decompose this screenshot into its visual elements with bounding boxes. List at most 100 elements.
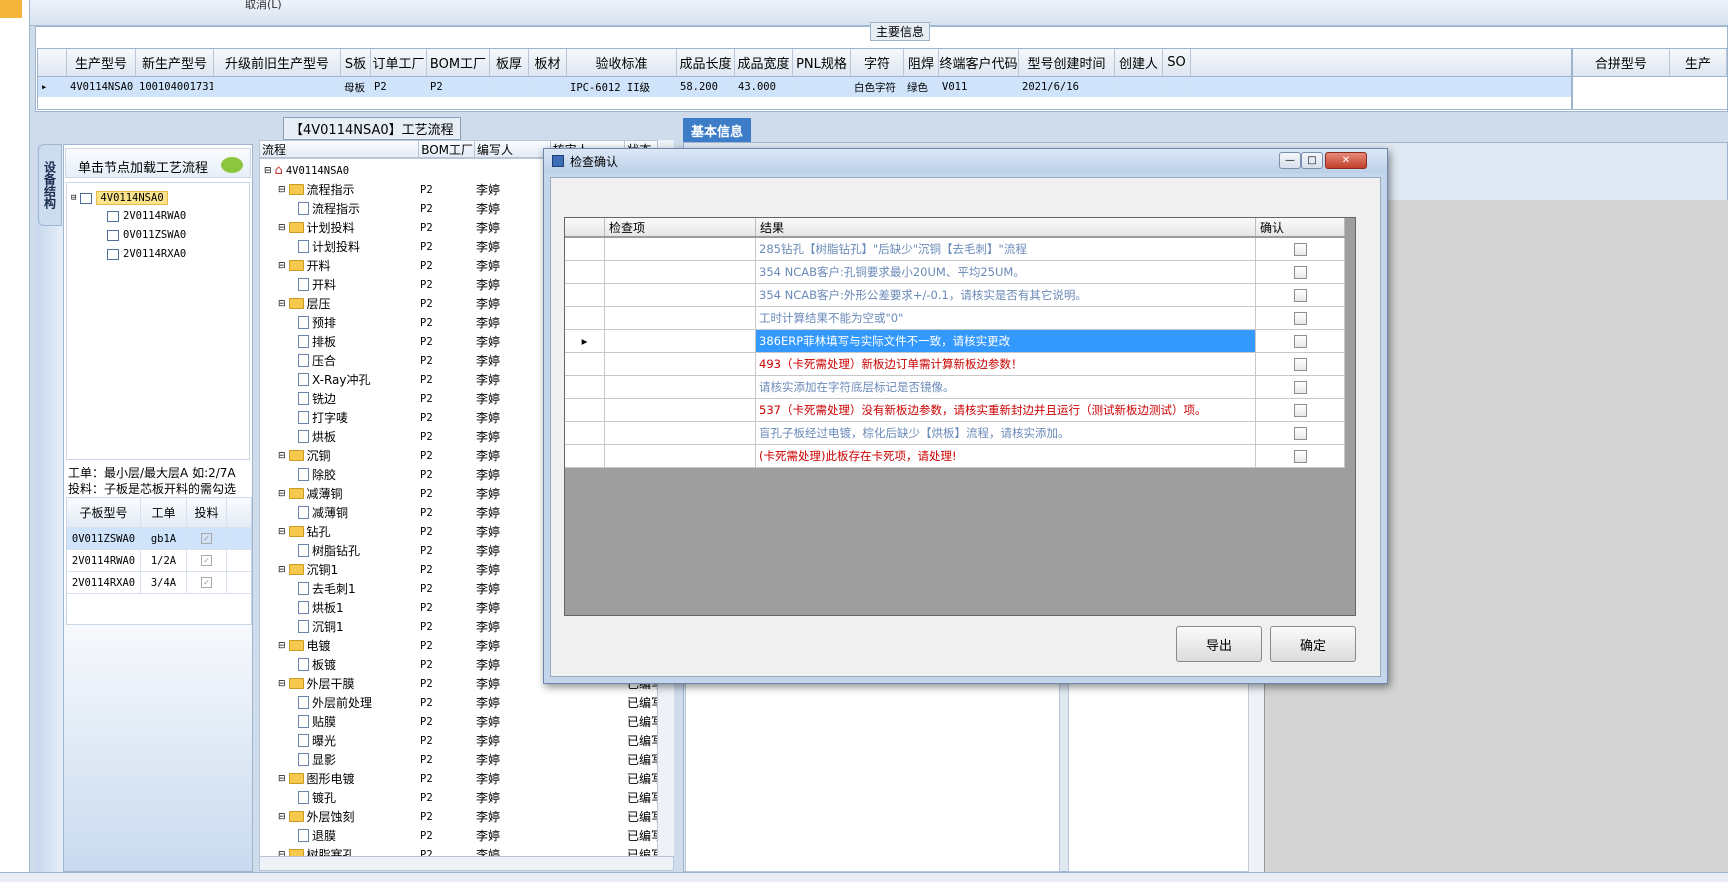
- col-header[interactable]: PNL规格: [793, 49, 851, 76]
- table-row[interactable]: 0V011ZSWA0 gb1A ✓: [67, 528, 251, 550]
- confirm-checkbox[interactable]: [1293, 403, 1307, 417]
- confirm-checkbox[interactable]: [1293, 265, 1307, 279]
- flow-writer: 李婷: [476, 449, 501, 463]
- flow-row-label: 计划投料: [298, 238, 360, 255]
- col-header[interactable]: 生产: [1670, 49, 1727, 76]
- table-row[interactable]: (卡死需处理)此板存在卡死项，请处理!: [565, 445, 1345, 468]
- close-icon[interactable]: ✕: [1325, 152, 1367, 169]
- flow-bom: P2: [420, 487, 433, 500]
- tab-basic-info[interactable]: 基本信息: [683, 118, 751, 142]
- confirm-checkbox[interactable]: [1293, 311, 1307, 325]
- col-header[interactable]: 创建人: [1115, 49, 1163, 76]
- feed-checkbox[interactable]: ✓: [201, 533, 212, 544]
- cell: 3/4A: [141, 572, 187, 593]
- document-icon: [298, 316, 309, 329]
- row-indicator: [565, 445, 605, 467]
- col-header[interactable]: 成品长度: [677, 49, 735, 76]
- flow-row[interactable]: 贴膜 P2 李婷 已编写: [260, 712, 673, 731]
- flow-row[interactable]: 镀孔 P2 李婷 已编写: [260, 788, 673, 807]
- check-item-cell: [605, 307, 756, 329]
- flow-row-label: 铣边: [298, 390, 336, 407]
- flow-bom: P2: [420, 810, 433, 823]
- confirm-checkbox[interactable]: [1293, 357, 1307, 371]
- ok-button[interactable]: 确定: [1270, 626, 1356, 662]
- confirm-checkbox[interactable]: [1293, 449, 1307, 463]
- flow-row[interactable]: 外层前处理 P2 李婷 已编写: [260, 693, 673, 712]
- table-row[interactable]: 2V0114RXA0 3/4A ✓: [67, 572, 251, 594]
- flow-bom: P2: [420, 411, 433, 424]
- col-header[interactable]: S板: [341, 49, 371, 76]
- table-row[interactable]: 请核实添加在字符底层标记是否镜像。: [565, 376, 1345, 399]
- col-header[interactable]: BOM工厂: [427, 49, 490, 76]
- export-button[interactable]: 导出: [1176, 626, 1262, 662]
- flow-writer: 李婷: [476, 202, 501, 216]
- tree-node-child[interactable]: 2V0114RXA0: [107, 245, 186, 263]
- confirm-cell: [1256, 307, 1345, 329]
- document-icon: [298, 791, 309, 804]
- col-header: 确认: [1256, 218, 1345, 236]
- col-header[interactable]: 终端客户代码: [939, 49, 1019, 76]
- feed-checkbox[interactable]: ✓: [201, 577, 212, 588]
- flow-bom: P2: [420, 715, 433, 728]
- chat-bubble-icon: [221, 157, 243, 173]
- maximize-icon[interactable]: □: [1301, 152, 1323, 169]
- side-tab-structure[interactable]: 设备结构: [38, 144, 62, 226]
- tree-node-child[interactable]: 0V011ZSWA0: [107, 226, 186, 244]
- col-header[interactable]: 板厚: [490, 49, 529, 76]
- table-row[interactable]: 盲孔子板经过电镀，棕化后缺少【烘板】流程，请核实添加。: [565, 422, 1345, 445]
- col-header[interactable]: 字符: [851, 49, 904, 76]
- document-icon: [298, 354, 309, 367]
- flow-bom: P2: [420, 373, 433, 386]
- flow-bom: P2: [420, 525, 433, 538]
- col-header[interactable]: 阻焊: [904, 49, 939, 76]
- col-header[interactable]: 验收标准: [567, 49, 677, 76]
- col-header[interactable]: 生产型号: [67, 49, 136, 76]
- cancel-link[interactable]: 取消(L): [245, 0, 282, 12]
- table-row[interactable]: 354 NCAB客户:孔铜要求最小20UM、平均25UM。: [565, 261, 1345, 284]
- tree-node-root[interactable]: ⊟ 4V0114NSA0: [71, 189, 168, 207]
- flow-row[interactable]: 显影 P2 李婷 已编写: [260, 750, 673, 769]
- feed-checkbox[interactable]: ✓: [201, 555, 212, 566]
- flow-writer: 李婷: [476, 620, 501, 634]
- flow-row[interactable]: ⊟ 外层蚀刻 P2 李婷 已编写: [260, 807, 673, 826]
- document-icon: [298, 620, 309, 633]
- cell: 2V0114RXA0: [67, 572, 141, 593]
- flow-row[interactable]: 曝光 P2 李婷 已编写: [260, 731, 673, 750]
- document-icon: [298, 430, 309, 443]
- col-header[interactable]: 板材: [529, 49, 567, 76]
- table-row[interactable]: 354 NCAB客户:外形公差要求+/-0.1，请核实是否有其它说明。: [565, 284, 1345, 307]
- main-info-row[interactable]: ▸4V0114NSA010010400173181母板P2P2IPC-6012 …: [38, 77, 1571, 97]
- col-header[interactable]: 新生产型号: [136, 49, 214, 76]
- minimize-icon[interactable]: —: [1279, 152, 1301, 169]
- cell: V011: [939, 77, 1019, 97]
- flow-row[interactable]: ⊟ 图形电镀 P2 李婷 已编写: [260, 769, 673, 788]
- tree-node-child[interactable]: 2V0114RWA0: [107, 207, 186, 225]
- flow-row-label: 沉铜1: [298, 618, 344, 635]
- flow-bom: P2: [420, 829, 433, 842]
- col-header[interactable]: 升级前旧生产型号: [214, 49, 341, 76]
- row-indicator: [565, 284, 605, 306]
- col-header[interactable]: 型号创建时间: [1019, 49, 1115, 76]
- table-row[interactable]: 537（卡死需处理）没有新板边参数，请核实重新封边并且运行（测试新板边测试）项。: [565, 399, 1345, 422]
- result-cell: (卡死需处理)此板存在卡死项，请处理!: [756, 445, 1256, 467]
- flow-row[interactable]: 退膜 P2 李婷 已编写: [260, 826, 673, 845]
- flow-row-label: 排板: [298, 333, 336, 350]
- confirm-checkbox[interactable]: [1293, 426, 1307, 440]
- col-header[interactable]: 订单工厂: [371, 49, 427, 76]
- folder-icon: [288, 260, 304, 271]
- document-icon: [298, 696, 309, 709]
- table-row[interactable]: 493（卡死需处理）新板边订单需计算新板边参数！: [565, 353, 1345, 376]
- table-row[interactable]: 2V0114RWA0 1/2A ✓: [67, 550, 251, 572]
- table-row[interactable]: 285钻孔【树脂钻孔】"后缺少"沉铜【去毛刺】"流程: [565, 238, 1345, 261]
- col-header[interactable]: 成品宽度: [735, 49, 793, 76]
- confirm-checkbox[interactable]: [1293, 242, 1307, 256]
- col-header[interactable]: SO: [1163, 49, 1191, 76]
- table-row[interactable]: 工时计算结果不能为空或"0": [565, 307, 1345, 330]
- confirm-checkbox[interactable]: [1293, 288, 1307, 302]
- col-header[interactable]: 合拼型号: [1573, 49, 1670, 76]
- confirm-checkbox[interactable]: [1293, 380, 1307, 394]
- flow-bom: P2: [420, 202, 433, 215]
- flow-scrollbar-horizontal[interactable]: [259, 856, 674, 871]
- table-row[interactable]: ▸ 386ERP菲林填写与实际文件不一致，请核实更改: [565, 330, 1345, 353]
- confirm-checkbox[interactable]: [1293, 334, 1307, 348]
